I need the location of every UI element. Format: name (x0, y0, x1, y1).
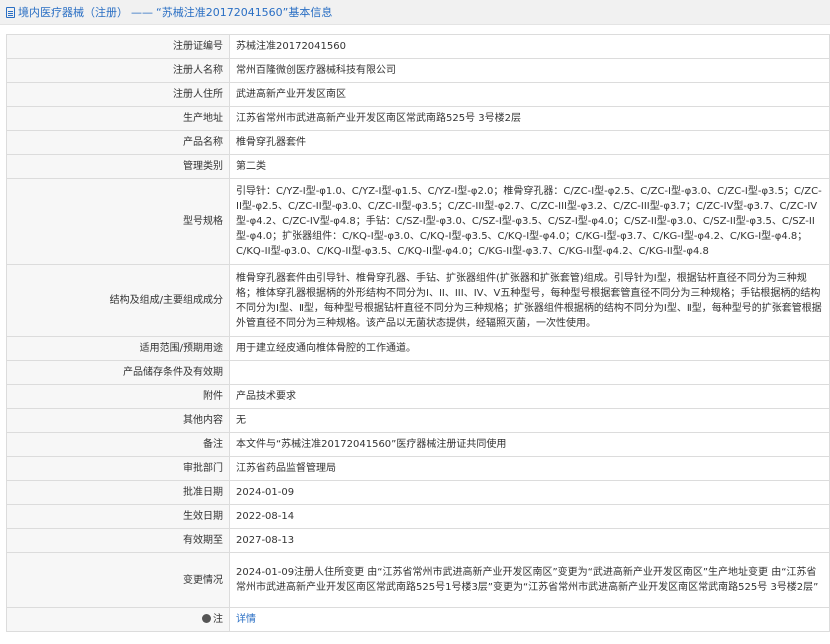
field-label: 有效期至 (6, 528, 230, 553)
document-icon (6, 6, 15, 18)
table-row: 结构及组成/主要组成成分 椎骨穿孔器套件由引导针、椎骨穿孔器、手钻、扩张器组件(… (6, 264, 830, 337)
table-row: 产品名称 椎骨穿孔器套件 (6, 130, 830, 155)
field-label: 生产地址 (6, 106, 230, 131)
table-row: 型号规格 引导针：C/YZ-I型-φ1.0、C/YZ-Ⅰ型-φ1.5、C/YZ-… (6, 178, 830, 265)
field-value: 苏械注准20172041560 (229, 34, 830, 59)
field-label: 注册人名称 (6, 58, 230, 83)
field-value: 常州百隆微创医疗器械科技有限公司 (229, 58, 830, 83)
page-title: “苏械注准20172041560”基本信息 (156, 6, 333, 19)
table-row: 审批部门 江苏省药品监督管理局 (6, 456, 830, 481)
field-value: 2027-08-13 (229, 528, 830, 553)
field-value: 椎骨穿孔器套件 (229, 130, 830, 155)
field-label: 注册证编号 (6, 34, 230, 59)
field-label: 管理类别 (6, 154, 230, 179)
field-value: 本文件与“苏械注准20172041560”医疗器械注册证共同使用 (229, 432, 830, 457)
table-row: 有效期至 2027-08-13 (6, 528, 830, 553)
field-label: 结构及组成/主要组成成分 (6, 264, 230, 337)
table-row: 变更情况 2024-01-09注册人住所变更 由“江苏省常州市武进高新产业开发区… (6, 552, 830, 608)
field-value: 第二类 (229, 154, 830, 179)
field-value: 江苏省常州市武进高新产业开发区南区常武南路525号 3号楼2层 (229, 106, 830, 131)
field-value: 武进高新产业开发区南区 (229, 82, 830, 107)
note-label-text: 注 (213, 614, 223, 625)
table-row: 注 详情 (6, 607, 830, 632)
field-label: 审批部门 (6, 456, 230, 481)
field-label: 生效日期 (6, 504, 230, 529)
field-label: 附件 (6, 384, 230, 409)
field-value: 2022-08-14 (229, 504, 830, 529)
field-label: 其他内容 (6, 408, 230, 433)
field-value: 引导针：C/YZ-I型-φ1.0、C/YZ-Ⅰ型-φ1.5、C/YZ-Ⅰ型-φ2… (229, 178, 830, 265)
field-label: 产品名称 (6, 130, 230, 155)
note-label: 注 (6, 607, 230, 632)
table-row: 附件 产品技术要求 (6, 384, 830, 409)
table-row: 批准日期 2024-01-09 (6, 480, 830, 505)
field-value: 2024-01-09 (229, 480, 830, 505)
field-value: 2024-01-09注册人住所变更 由“江苏省常州市武进高新产业开发区南区”变更… (229, 552, 830, 608)
detail-cell: 详情 (229, 607, 830, 632)
table-row: 生产地址 江苏省常州市武进高新产业开发区南区常武南路525号 3号楼2层 (6, 106, 830, 131)
field-label: 型号规格 (6, 178, 230, 265)
field-label: 变更情况 (6, 552, 230, 608)
detail-link[interactable]: 详情 (236, 614, 256, 625)
field-value: 江苏省药品监督管理局 (229, 456, 830, 481)
breadcrumb-category[interactable]: 境内医疗器械（注册） (18, 4, 128, 20)
table-row: 生效日期 2022-08-14 (6, 504, 830, 529)
field-value: 无 (229, 408, 830, 433)
table-row: 适用范围/预期用途 用于建立经皮通向椎体骨腔的工作通道。 (6, 336, 830, 361)
breadcrumb-bar: 境内医疗器械（注册） —— “苏械注准20172041560”基本信息 (0, 0, 830, 25)
breadcrumb-separator: —— (131, 5, 153, 19)
field-value: 用于建立经皮通向椎体骨腔的工作通道。 (229, 336, 830, 361)
table-row: 备注 本文件与“苏械注准20172041560”医疗器械注册证共同使用 (6, 432, 830, 457)
field-value: 椎骨穿孔器套件由引导针、椎骨穿孔器、手钻、扩张器组件(扩张器和扩张套管)组成。引… (229, 264, 830, 337)
field-value (229, 360, 830, 385)
field-label: 备注 (6, 432, 230, 457)
note-icon (202, 614, 211, 623)
field-label: 产品储存条件及有效期 (6, 360, 230, 385)
table-row: 管理类别 第二类 (6, 154, 830, 179)
info-table: 注册证编号 苏械注准20172041560 注册人名称 常州百隆微创医疗器械科技… (6, 34, 830, 632)
table-row: 注册人住所 武进高新产业开发区南区 (6, 82, 830, 107)
table-row: 注册证编号 苏械注准20172041560 (6, 34, 830, 59)
field-label: 批准日期 (6, 480, 230, 505)
field-label: 适用范围/预期用途 (6, 336, 230, 361)
field-value: 产品技术要求 (229, 384, 830, 409)
field-label: 注册人住所 (6, 82, 230, 107)
info-panel: 注册证编号 苏械注准20172041560 注册人名称 常州百隆微创医疗器械科技… (6, 34, 830, 632)
table-row: 产品储存条件及有效期 (6, 360, 830, 385)
table-row: 注册人名称 常州百隆微创医疗器械科技有限公司 (6, 58, 830, 83)
table-row: 其他内容 无 (6, 408, 830, 433)
